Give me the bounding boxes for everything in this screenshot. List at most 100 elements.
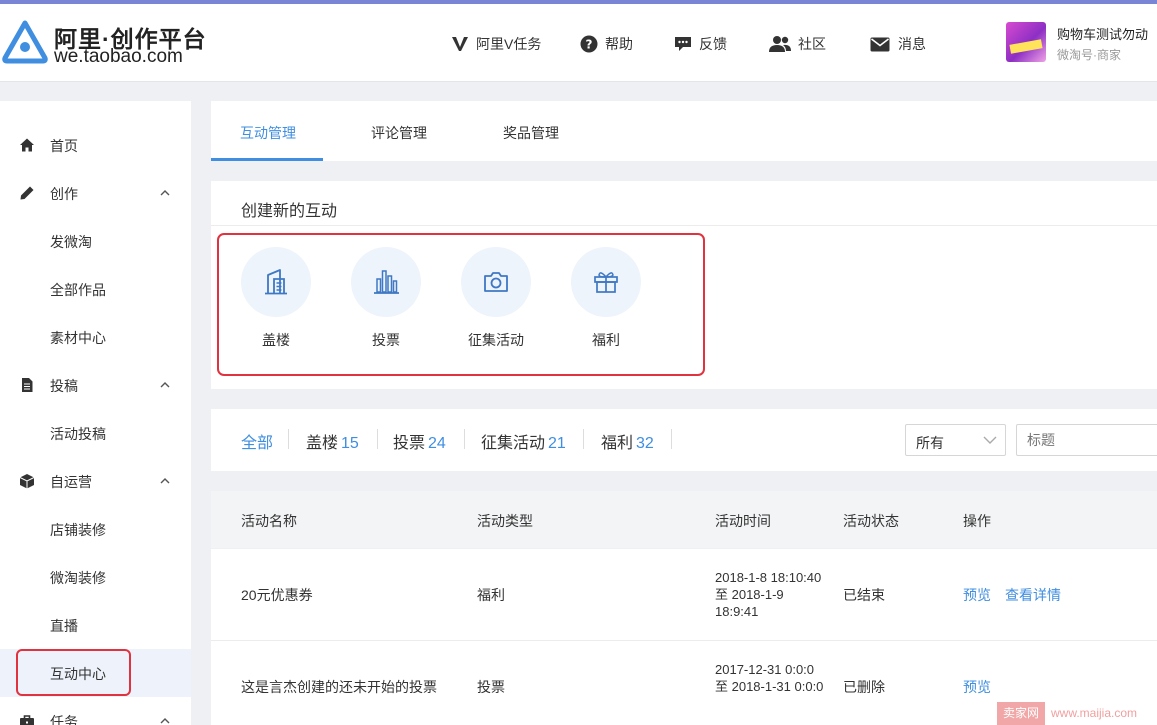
sidebar-item-create[interactable]: 创作 bbox=[0, 169, 191, 217]
svg-text:?: ? bbox=[586, 38, 593, 52]
column-header-type: 活动类型 bbox=[477, 513, 533, 529]
message-icon bbox=[868, 34, 892, 54]
filter-label: 全部 bbox=[241, 435, 274, 452]
status-select-value: 所有 bbox=[916, 435, 944, 451]
filter-building[interactable]: 盖楼 15 bbox=[306, 429, 359, 453]
sidebar-item-materials[interactable]: 素材中心 bbox=[0, 313, 191, 361]
chevron-down-icon bbox=[983, 436, 997, 444]
tab-prize-management[interactable]: 奖品管理 bbox=[503, 123, 559, 143]
divider bbox=[464, 429, 465, 449]
sidebar-item-all-works[interactable]: 全部作品 bbox=[0, 265, 191, 313]
brand-logo[interactable]: 阿里·创作平台 we.taobao.com bbox=[0, 18, 210, 70]
nav-label: 帮助 bbox=[605, 36, 633, 52]
view-details-link[interactable]: 查看详情 bbox=[1005, 585, 1061, 605]
sidebar-item-tasks[interactable]: 任务 bbox=[0, 697, 191, 725]
nav-v-task[interactable]: 阿里V任务 bbox=[450, 32, 541, 56]
sidebar-item-label: 投稿 bbox=[50, 378, 78, 394]
cell-activity-status: 已删除 bbox=[843, 679, 885, 695]
cell-activity-type: 投票 bbox=[477, 679, 505, 695]
user-role: 微淘号·商家 bbox=[1057, 48, 1121, 62]
annotation-highlight-create-types bbox=[217, 233, 705, 376]
sidebar-item-submissions[interactable]: 投稿 bbox=[0, 361, 191, 409]
filter-vote[interactable]: 投票 24 bbox=[393, 429, 446, 453]
tab-bar: 互动管理 评论管理 奖品管理 bbox=[211, 101, 1157, 161]
column-header-time: 活动时间 bbox=[715, 513, 771, 529]
chevron-up-icon[interactable] bbox=[159, 715, 171, 725]
nav-help[interactable]: ? 帮助 bbox=[579, 32, 633, 56]
nav-label: 阿里V任务 bbox=[476, 36, 542, 52]
sidebar-item-label: 微淘装修 bbox=[50, 570, 106, 586]
cell-activity-name: 这是言杰创建的还未开始的投票 bbox=[241, 679, 437, 695]
divider bbox=[211, 225, 1157, 226]
sidebar-item-label: 发微淘 bbox=[50, 234, 92, 250]
watermark-url: www.maijia.com bbox=[1051, 706, 1138, 720]
filter-bar: 全部 盖楼 15 投票 24 征集活动 21 福利 32 所有 bbox=[211, 409, 1157, 471]
header: 阿里·创作平台 we.taobao.com 阿里V任务 ? 帮助 反馈 社区 消… bbox=[0, 4, 1157, 82]
divider bbox=[583, 429, 584, 449]
filter-collection[interactable]: 征集活动 21 bbox=[481, 429, 566, 453]
cell-activity-name: 20元优惠券 bbox=[241, 587, 313, 603]
watermark-badge: 卖家网 bbox=[997, 702, 1045, 725]
filter-count: 32 bbox=[636, 435, 654, 452]
cell-activity-time: 2018-1-8 18:10:40 至 2018-1-9 18:9:41 bbox=[715, 570, 822, 619]
chevron-up-icon[interactable] bbox=[159, 187, 171, 199]
filter-label: 福利 bbox=[601, 435, 634, 452]
sidebar-item-label: 自运营 bbox=[50, 474, 92, 490]
cell-activity-status: 已结束 bbox=[843, 587, 885, 603]
document-icon bbox=[22, 378, 33, 392]
user-profile[interactable]: 购物车测试勿动 微淘号·商家 bbox=[1006, 22, 1157, 66]
divider bbox=[288, 429, 289, 449]
chevron-up-icon[interactable] bbox=[159, 379, 171, 391]
briefcase-icon bbox=[20, 715, 34, 725]
brand-domain: we.taobao.com bbox=[54, 46, 183, 67]
filter-all[interactable]: 全部 bbox=[241, 429, 273, 453]
filter-count: 24 bbox=[428, 435, 446, 452]
annotation-highlight-sidebar bbox=[16, 649, 131, 696]
sidebar-item-label: 全部作品 bbox=[50, 282, 106, 298]
sidebar-item-self-operation[interactable]: 自运营 bbox=[0, 457, 191, 505]
sidebar-item-label: 素材中心 bbox=[50, 330, 106, 346]
column-header-actions: 操作 bbox=[963, 513, 991, 529]
nav-label: 消息 bbox=[898, 36, 926, 52]
help-icon: ? bbox=[579, 34, 599, 54]
filter-label: 投票 bbox=[393, 435, 426, 452]
home-icon bbox=[20, 138, 34, 152]
nav-community[interactable]: 社区 bbox=[768, 32, 826, 56]
nav-feedback[interactable]: 反馈 bbox=[673, 32, 727, 56]
sidebar-item-label: 任务 bbox=[50, 714, 78, 725]
sidebar-item-shop-decoration[interactable]: 店铺装修 bbox=[0, 505, 191, 553]
cell-activity-time: 2017-12-31 0:0:0 至 2018-1-31 0:0:0 bbox=[715, 662, 824, 694]
community-icon bbox=[768, 34, 792, 54]
cell-activity-type: 福利 bbox=[477, 587, 505, 603]
sidebar-item-label: 直播 bbox=[50, 618, 78, 634]
sidebar-item-home[interactable]: 首页 bbox=[0, 121, 191, 169]
feedback-icon bbox=[673, 34, 693, 54]
status-select[interactable]: 所有 bbox=[905, 424, 1006, 456]
sidebar-item-label: 创作 bbox=[50, 186, 78, 202]
nav-messages[interactable]: 消息 bbox=[868, 32, 926, 56]
tab-interaction-management[interactable]: 互动管理 bbox=[240, 123, 296, 143]
sidebar-item-label: 活动投稿 bbox=[50, 426, 106, 442]
table-header: 活动名称 活动类型 活动时间 活动状态 操作 bbox=[211, 491, 1157, 548]
sidebar: 首页 创作 发微淘 全部作品 素材中心 投稿 活动投稿 自运营 店铺装修 微淘装… bbox=[0, 101, 191, 725]
tab-comment-management[interactable]: 评论管理 bbox=[371, 123, 427, 143]
box-icon bbox=[19, 474, 35, 489]
preview-link[interactable]: 预览 bbox=[963, 677, 991, 697]
sidebar-item-post-weitao[interactable]: 发微淘 bbox=[0, 217, 191, 265]
filter-welfare[interactable]: 福利 32 bbox=[601, 429, 654, 453]
filter-count: 15 bbox=[341, 435, 359, 452]
filter-count: 21 bbox=[548, 435, 566, 452]
brand-mark-icon bbox=[2, 20, 48, 64]
preview-link[interactable]: 预览 bbox=[963, 585, 991, 605]
chevron-up-icon[interactable] bbox=[159, 475, 171, 487]
sidebar-item-weitao-decoration[interactable]: 微淘装修 bbox=[0, 553, 191, 601]
divider bbox=[671, 429, 672, 449]
sidebar-item-label: 店铺装修 bbox=[50, 522, 106, 538]
sidebar-item-event-submission[interactable]: 活动投稿 bbox=[0, 409, 191, 457]
nav-label: 社区 bbox=[798, 36, 826, 52]
sidebar-item-live[interactable]: 直播 bbox=[0, 601, 191, 649]
title-search-input[interactable] bbox=[1016, 424, 1157, 456]
divider bbox=[377, 429, 378, 449]
watermark: 卖家网 www.maijia.com bbox=[997, 702, 1157, 725]
table-row: 20元优惠券 福利 2018-1-8 18:10:40 至 2018-1-9 1… bbox=[211, 549, 1157, 641]
